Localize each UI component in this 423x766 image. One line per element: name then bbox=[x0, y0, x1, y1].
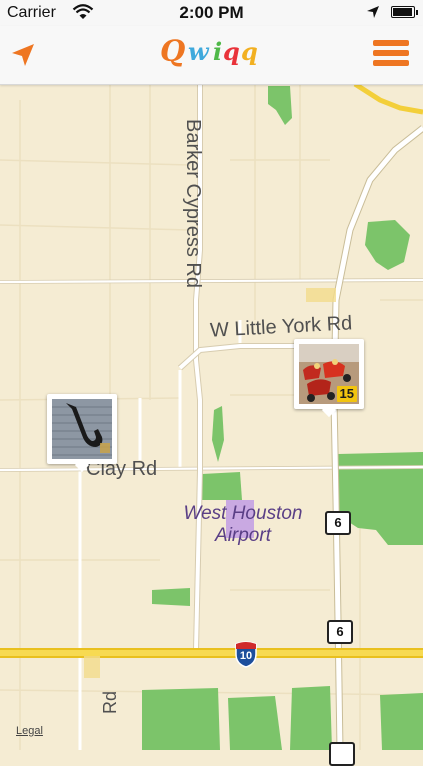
svg-text:q: q bbox=[223, 37, 240, 66]
battery-icon bbox=[391, 6, 418, 18]
saxophone-thumbnail bbox=[52, 399, 112, 459]
road-label-barker-cypress: Barker Cypress Rd bbox=[182, 119, 204, 288]
interstate-10-number: 10 bbox=[239, 650, 253, 662]
go-kart-listing-pin[interactable]: 15 bbox=[294, 339, 364, 418]
clock: 2:00 PM bbox=[179, 3, 244, 22]
legal-link[interactable]: Legal bbox=[16, 725, 43, 737]
current-location-button[interactable] bbox=[5, 38, 41, 72]
qwiqq-logo: Q w i q q bbox=[150, 28, 274, 80]
airport-label-line2: Airport bbox=[215, 525, 271, 546]
interstate-10 bbox=[0, 648, 423, 658]
svg-text:w: w bbox=[188, 37, 210, 66]
interstate-10-shield: 10 bbox=[234, 640, 258, 668]
saxophone-image bbox=[52, 399, 112, 459]
road-label-bottom: Rd bbox=[100, 690, 120, 714]
highway-6-shield-lower: 6 bbox=[327, 620, 353, 644]
status-bar: Carrier 2:00 PM bbox=[0, 0, 423, 26]
saxophone-listing-pin[interactable] bbox=[47, 394, 117, 473]
svg-text:Q: Q bbox=[160, 34, 185, 68]
nav-bar: Q w i q q bbox=[0, 26, 423, 85]
svg-text:q: q bbox=[241, 37, 258, 66]
qwiqq-logo-mark: Q w i q q bbox=[160, 34, 258, 68]
hamburger-menu-button[interactable] bbox=[373, 40, 415, 70]
hamburger-menu-icon bbox=[373, 40, 415, 66]
location-services-icon bbox=[366, 5, 380, 24]
airport-label: West Houston Airport bbox=[160, 503, 326, 547]
highway-6-shield-upper: 6 bbox=[325, 511, 351, 535]
location-arrow-icon bbox=[12, 44, 34, 66]
svg-text:i: i bbox=[213, 37, 222, 66]
highway-6-shield-bottom bbox=[329, 742, 355, 766]
airport-label-line1: West Houston bbox=[183, 503, 303, 524]
listing-count-badge: 15 bbox=[336, 386, 357, 402]
